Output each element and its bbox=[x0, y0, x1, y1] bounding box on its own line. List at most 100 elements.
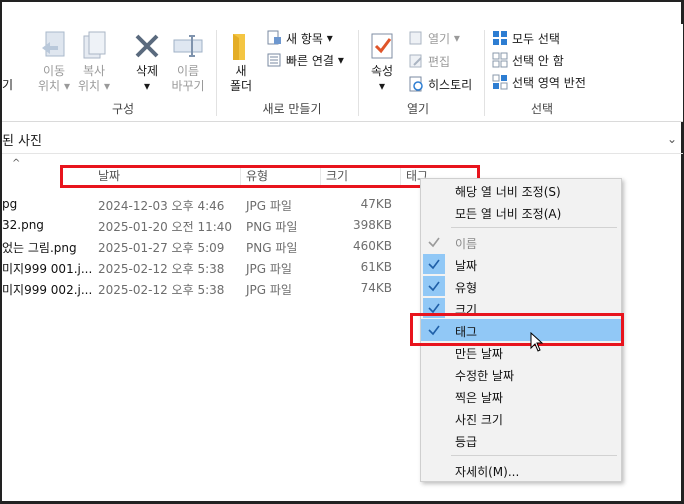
open-dropdown-icon: ▾ bbox=[453, 31, 460, 45]
move-to-button[interactable]: 이동 위치 ▾ bbox=[36, 30, 72, 94]
select-group-label: 선택 bbox=[530, 102, 554, 116]
check-icon bbox=[423, 276, 445, 296]
menu-item-label: 등급 bbox=[455, 435, 478, 449]
file-row[interactable]: pg 2024-12-03 오후 4:46 JPG 파일 47KB bbox=[2, 194, 422, 215]
new-item-label: 새 항목 bbox=[286, 31, 323, 46]
invert-selection-label: 선택 영역 반전 bbox=[512, 75, 586, 90]
menu-item-date-modified[interactable]: 수정한 날짜 bbox=[421, 363, 621, 385]
easy-access-label: 빠른 연결 bbox=[286, 53, 334, 68]
menu-item-size-column[interactable]: 해당 열 너비 조정(S) bbox=[421, 179, 621, 201]
open-button[interactable]: 열기 ▾ bbox=[408, 28, 460, 48]
column-divider[interactable] bbox=[240, 165, 241, 185]
menu-item-label: 이름 bbox=[455, 237, 478, 251]
copy-to-label-2: 위치 ▾ bbox=[78, 79, 110, 93]
menu-item-label: 만든 날짜 bbox=[455, 347, 503, 361]
copy-to-icon bbox=[78, 30, 110, 62]
file-size: 47KB bbox=[360, 197, 392, 211]
properties-check-icon bbox=[366, 30, 398, 62]
file-row[interactable]: 었는 그림.png 2025-01-27 오후 5:09 PNG 파일 460K… bbox=[2, 236, 422, 257]
invert-selection-button[interactable]: 선택 영역 반전 bbox=[492, 72, 586, 92]
menu-item-rating[interactable]: 등급 bbox=[421, 429, 621, 451]
delete-label: 삭제 bbox=[135, 64, 159, 78]
rename-label-1: 이름 bbox=[176, 64, 200, 78]
menu-item-dimensions[interactable]: 사진 크기 bbox=[421, 407, 621, 429]
menu-item-type[interactable]: 유형 bbox=[421, 275, 621, 297]
file-type: PNG 파일 bbox=[246, 241, 298, 255]
easy-access-button[interactable]: 빠른 연결 ▾ bbox=[266, 50, 344, 70]
menu-item-label: 날짜 bbox=[455, 259, 478, 273]
move-to-icon bbox=[38, 30, 70, 62]
address-path: 된 사진 bbox=[2, 134, 43, 149]
file-name: 미지999 002.j... bbox=[2, 283, 93, 297]
partial-ribbon-label: 기 bbox=[2, 77, 14, 92]
select-none-icon bbox=[492, 52, 508, 68]
file-size: 460KB bbox=[352, 239, 392, 253]
menu-item-label: 유형 bbox=[455, 281, 478, 295]
new-group-label: 새로 만들기 bbox=[262, 102, 322, 116]
new-item-dropdown-icon: ▾ bbox=[326, 31, 333, 45]
check-icon bbox=[423, 254, 445, 274]
select-all-label: 모두 선택 bbox=[512, 31, 560, 46]
open-label: 열기 bbox=[428, 31, 451, 46]
file-date: 2025-02-12 오후 5:38 bbox=[98, 283, 225, 297]
new-item-button[interactable]: 새 항목 ▾ bbox=[266, 28, 333, 48]
menu-item-more[interactable]: 자세히(M)... bbox=[421, 459, 621, 481]
new-folder-label-1: 새 bbox=[235, 64, 247, 78]
select-none-label: 선택 안 함 bbox=[512, 53, 564, 68]
new-folder-button[interactable]: 새 폴더 bbox=[224, 30, 258, 94]
menu-item-label: 찍은 날짜 bbox=[455, 391, 503, 405]
column-date[interactable]: 날짜 bbox=[98, 167, 120, 184]
file-type: JPG 파일 bbox=[246, 283, 292, 297]
address-dropdown-icon[interactable]: ⌄ bbox=[667, 132, 677, 146]
properties-dropdown-icon[interactable]: ▾ bbox=[364, 79, 400, 94]
select-none-button[interactable]: 선택 안 함 bbox=[492, 50, 564, 70]
column-type[interactable]: 유형 bbox=[246, 167, 268, 184]
file-row[interactable]: 미지999 002.j... 2025-02-12 오후 5:38 JPG 파일… bbox=[2, 278, 422, 299]
menu-item-label: 사진 크기 bbox=[455, 413, 503, 427]
file-date: 2025-02-12 오후 5:38 bbox=[98, 262, 225, 276]
column-divider[interactable] bbox=[320, 165, 321, 185]
edit-pencil-icon bbox=[408, 53, 424, 69]
menu-separator bbox=[451, 455, 617, 456]
file-row[interactable]: 32.png 2025-01-20 오전 11:40 PNG 파일 398KB bbox=[2, 215, 422, 236]
column-size[interactable]: 크기 bbox=[326, 167, 348, 184]
column-divider[interactable] bbox=[400, 165, 401, 185]
edit-button[interactable]: 편집 bbox=[408, 51, 450, 71]
file-name: 32.png bbox=[2, 218, 44, 232]
rename-icon bbox=[172, 30, 204, 62]
menu-item-date[interactable]: 날짜 bbox=[421, 253, 621, 275]
file-row[interactable]: 미지999 001.j... 2025-02-12 오후 5:38 JPG 파일… bbox=[2, 257, 422, 278]
file-name: pg bbox=[2, 197, 18, 211]
menu-item-label: 해당 열 너비 조정(S) bbox=[455, 185, 561, 199]
menu-item-date-taken[interactable]: 찍은 날짜 bbox=[421, 385, 621, 407]
file-size: 398KB bbox=[352, 218, 392, 232]
menu-item-size-all-columns[interactable]: 모든 열 너비 조정(A) bbox=[421, 201, 621, 223]
mouse-cursor-icon bbox=[530, 331, 544, 352]
delete-dropdown-icon[interactable]: ▾ bbox=[130, 79, 164, 94]
select-all-button[interactable]: 모두 선택 bbox=[492, 28, 560, 48]
menu-item-size[interactable]: 크기 bbox=[421, 297, 621, 319]
address-bar[interactable]: 된 사진 ⌄ bbox=[2, 126, 683, 154]
file-type: JPG 파일 bbox=[246, 199, 292, 213]
properties-label: 속성 bbox=[370, 64, 394, 78]
ribbon-divider bbox=[216, 30, 217, 116]
menu-item-tags[interactable]: 태그 bbox=[421, 319, 621, 341]
invert-selection-icon bbox=[492, 74, 508, 90]
file-name: 었는 그림.png bbox=[2, 241, 77, 255]
explorer-window: 기 이동 위치 ▾ 복사 위치 ▾ 삭제 ▾ 이름 바꾸기 구성 새 폴더 새 … bbox=[0, 0, 684, 504]
delete-x-icon bbox=[131, 30, 163, 62]
file-date: 2024-12-03 오후 4:46 bbox=[98, 199, 225, 213]
menu-separator bbox=[451, 227, 617, 228]
open-group-label: 열기 bbox=[406, 102, 430, 116]
rename-button[interactable]: 이름 바꾸기 bbox=[168, 30, 208, 94]
organize-group-label: 구성 bbox=[111, 102, 135, 116]
file-type: PNG 파일 bbox=[246, 220, 298, 234]
delete-button[interactable]: 삭제 ▾ bbox=[130, 30, 164, 94]
history-button[interactable]: 히스토리 bbox=[408, 74, 472, 94]
menu-item-label: 태그 bbox=[455, 325, 478, 339]
sort-up-icon: ^ bbox=[12, 158, 21, 169]
copy-to-button[interactable]: 복사 위치 ▾ bbox=[76, 30, 112, 94]
copy-to-label-1: 복사 bbox=[82, 64, 106, 78]
properties-button[interactable]: 속성 ▾ bbox=[364, 30, 400, 94]
menu-item-date-created[interactable]: 만든 날짜 bbox=[421, 341, 621, 363]
